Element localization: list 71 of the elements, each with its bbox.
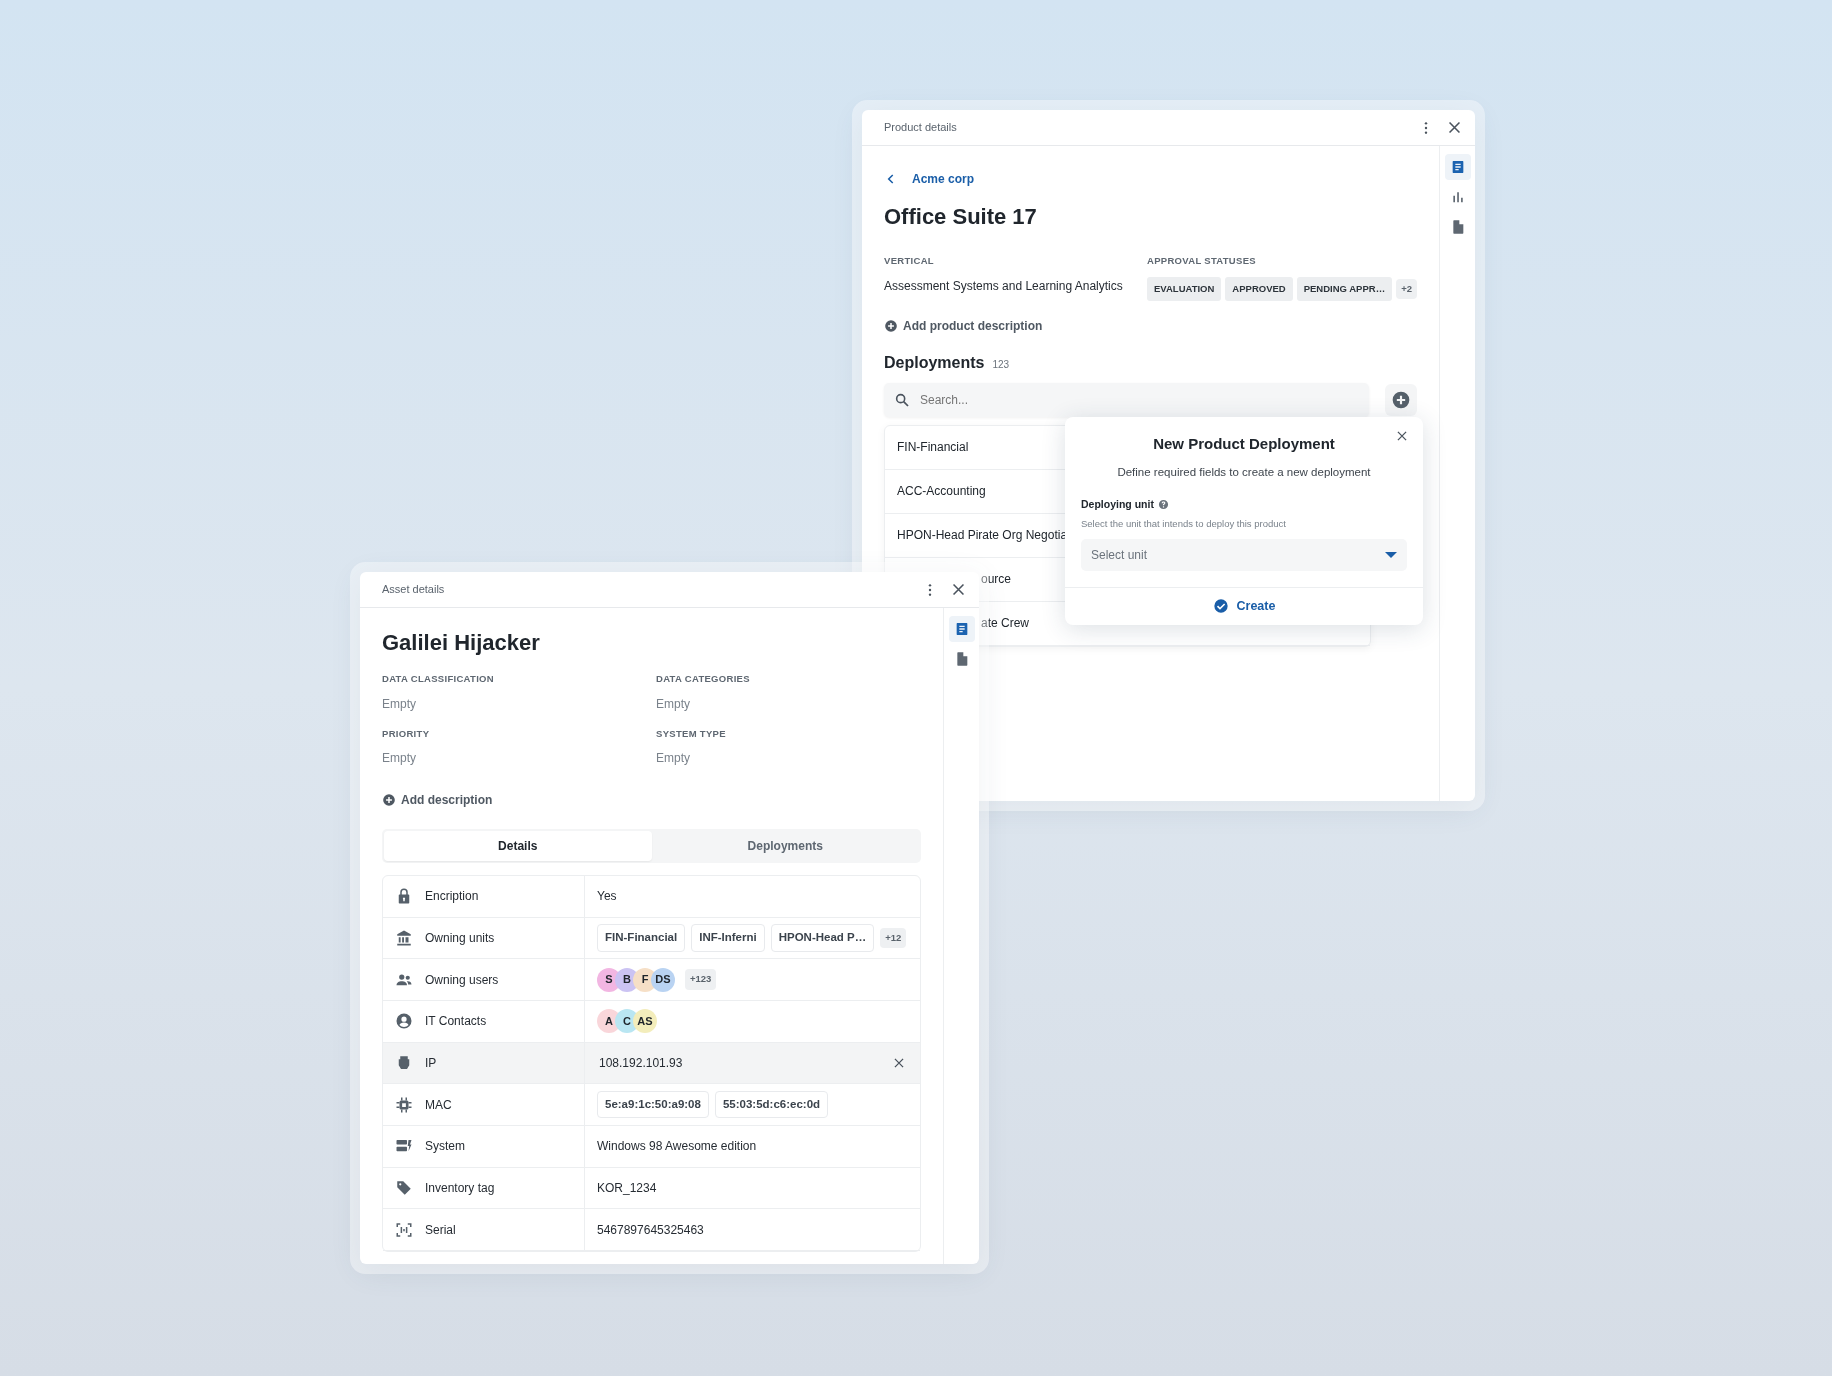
search-input[interactable]: Search... — [918, 389, 1359, 410]
chip-icon — [395, 1095, 413, 1114]
add-deployment-button[interactable] — [1385, 383, 1417, 416]
status-badge: PENDING APPR… — [1296, 276, 1393, 301]
field-label: DATA CATEGORIES — [656, 672, 751, 687]
close-icon — [892, 1056, 906, 1070]
bank-icon — [395, 928, 413, 947]
add-description-button[interactable]: Add product description — [884, 316, 1043, 335]
property-label: System — [425, 1138, 465, 1156]
close-icon — [1446, 119, 1463, 136]
tab[interactable]: Details — [384, 830, 652, 861]
avatar: DS — [651, 967, 675, 992]
property-label: MAC — [425, 1096, 452, 1114]
field-label: APPROVAL STATUSES — [1147, 254, 1257, 269]
tag-chip: 55:03:5d:c6:ec:0d — [714, 1091, 829, 1119]
field-label: VERTICAL — [884, 254, 935, 269]
window-title: Product details — [884, 120, 957, 136]
more-count-badge: +2 — [1396, 278, 1417, 299]
property-label: Owning units — [425, 929, 495, 947]
field-value: Assessment Systems and Learning Analytics — [884, 277, 1124, 295]
add-description-button[interactable]: Add description — [382, 790, 493, 809]
page-title: Office Suite 17 — [884, 204, 1038, 231]
tab[interactable]: Deployments — [651, 830, 919, 861]
search-icon — [894, 391, 910, 408]
more-count-badge: +123 — [685, 969, 717, 990]
property-label: IP — [425, 1055, 437, 1072]
field-label: Deploying unit — [1081, 496, 1154, 512]
status-badge: APPROVED — [1225, 276, 1293, 301]
caret-down-icon — [1385, 551, 1397, 558]
field-label: PRIORITY — [382, 726, 431, 741]
field-label: SYSTEM TYPE — [656, 726, 727, 741]
ip-input[interactable]: 108.192.101.93 — [597, 1053, 884, 1073]
property-label: Owning users — [425, 971, 499, 989]
select-field[interactable]: Select unit — [1081, 538, 1407, 571]
property-value: KOR_1234 — [597, 1180, 657, 1198]
scan-icon — [395, 1220, 413, 1239]
field-value: Empty — [382, 695, 417, 713]
popover-title: New Product Deployment — [1152, 434, 1336, 454]
help-icon — [1157, 499, 1169, 511]
create-button[interactable]: Create — [1206, 595, 1282, 617]
tag-chip: HPON-Head P… — [770, 924, 875, 952]
field-label: DATA CLASSIFICATION — [382, 672, 495, 687]
ip-input-field[interactable]: 108.192.101.93 — [585, 1042, 920, 1084]
avatar: AS — [633, 1009, 657, 1034]
field-value: Empty — [382, 749, 417, 767]
property-value: Windows 98 Awesome edition — [597, 1138, 757, 1156]
close-icon — [950, 581, 967, 598]
page-title: Galilei Hijacker — [382, 630, 541, 657]
document-tab[interactable] — [1444, 154, 1471, 180]
property-label: Serial — [425, 1221, 456, 1239]
property-value: 5467897645325463 — [597, 1221, 704, 1239]
property-label: Encription — [425, 888, 479, 906]
tag-chip: 5e:a9:1c:50:a9:08 — [597, 1091, 709, 1119]
property-value: Yes — [597, 888, 617, 906]
status-badge: EVALUATION — [1147, 276, 1222, 301]
count-label: 123 — [992, 357, 1010, 372]
property-label: IT Contacts — [425, 1013, 487, 1031]
popover-subtitle: Define required fields to create a new deployment — [1116, 464, 1372, 480]
field-value: Empty — [656, 695, 691, 713]
more-count-badge: +12 — [880, 927, 907, 949]
search-field[interactable]: Search... — [884, 382, 1369, 417]
window-title: Asset details — [382, 582, 445, 598]
close-icon — [1395, 429, 1409, 443]
field-hint: Select the unit that intends to deploy this product — [1081, 516, 1287, 531]
property-label: Inventory tag — [425, 1180, 495, 1198]
tag-chip: FIN-Financial — [597, 924, 686, 952]
section-heading: Deployments — [884, 352, 985, 373]
field-value: Empty — [656, 749, 691, 767]
back-link[interactable]: Acme corp — [884, 170, 975, 188]
document-tab[interactable] — [948, 616, 975, 642]
tag-chip: INF-Inferni — [691, 924, 765, 952]
